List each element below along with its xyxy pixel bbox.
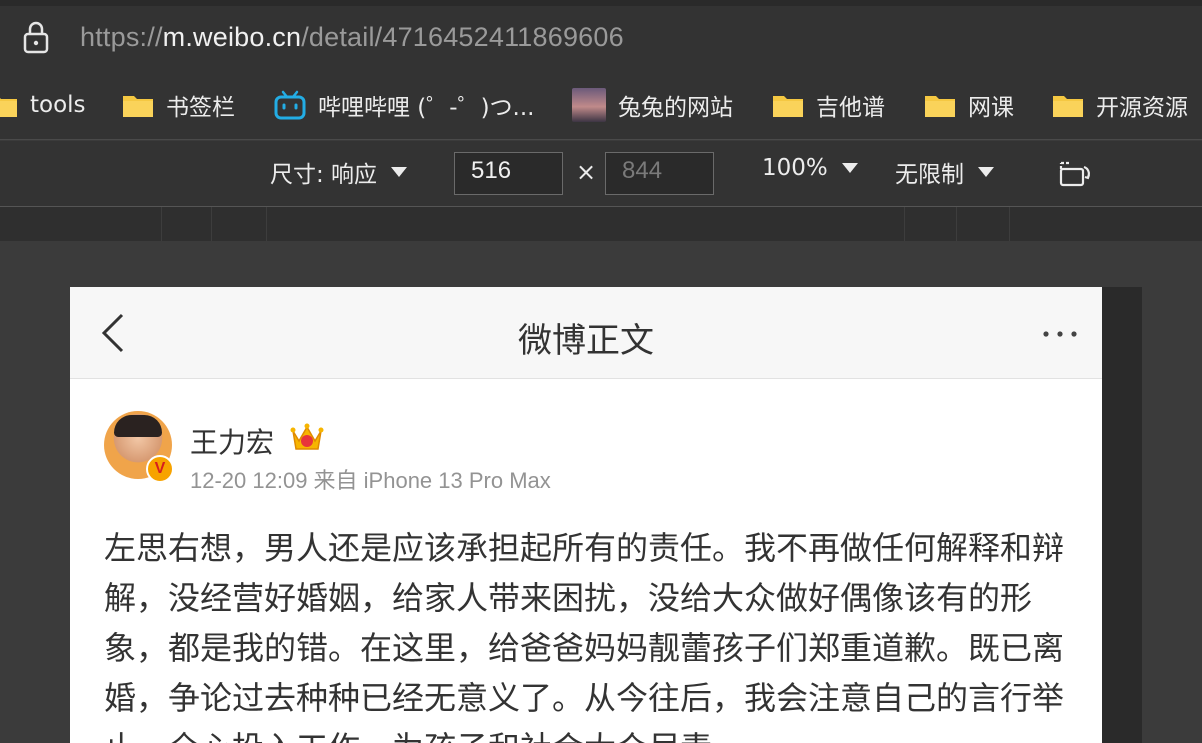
page-title: 微博正文 bbox=[518, 321, 654, 361]
bilibili-icon bbox=[274, 90, 306, 120]
emulated-viewport: 微博正文 V 王力宏 12-20 12:09 来自 iPhone 13 Pro … bbox=[70, 287, 1102, 743]
address-bar[interactable]: https://m.weibo.cn/detail/47164524118696… bbox=[0, 0, 1202, 75]
bookmark-bookmarks-folder[interactable]: 书签栏 bbox=[122, 87, 235, 123]
url-path: /detail/4716452411869606 bbox=[301, 22, 624, 52]
bookmark-label: 开源资源 bbox=[1096, 95, 1188, 121]
bookmark-open-source[interactable]: 开源资源 bbox=[1052, 87, 1188, 123]
bookmark-tutu-site[interactable]: 兔兔的网站 bbox=[572, 87, 733, 123]
folder-icon bbox=[1053, 96, 1083, 117]
zoom-label: 100% bbox=[762, 155, 828, 181]
bookmark-guitar-tabs[interactable]: 吉他谱 bbox=[772, 87, 885, 123]
device-toolbar: 尺寸: 响应 516 844 100% 无限制 bbox=[0, 141, 1202, 207]
chevron-down-icon bbox=[841, 163, 858, 173]
bookmark-label: 吉他谱 bbox=[816, 95, 885, 121]
bookmark-label: tools bbox=[30, 92, 86, 118]
bookmark-tools[interactable]: tools bbox=[0, 87, 86, 123]
bookmark-label: 兔兔的网站 bbox=[618, 95, 733, 121]
height-input[interactable]: 844 bbox=[605, 152, 714, 195]
media-query-ruler[interactable] bbox=[0, 207, 1202, 241]
ruler-segment bbox=[162, 207, 212, 241]
rotate-icon[interactable] bbox=[1058, 159, 1094, 189]
folder-icon bbox=[925, 96, 955, 117]
chevron-down-icon bbox=[391, 167, 408, 177]
ruler-segment bbox=[957, 207, 1010, 241]
ruler-segment bbox=[267, 207, 905, 241]
post-meta: 12-20 12:09 来自 iPhone 13 Pro Max bbox=[190, 468, 551, 493]
url-scheme: https:// bbox=[80, 22, 163, 52]
bookmark-online-courses[interactable]: 网课 bbox=[924, 87, 1014, 123]
user-name[interactable]: 王力宏 bbox=[190, 421, 274, 461]
dimensions-dropdown[interactable]: 尺寸: 响应 bbox=[270, 155, 408, 189]
bookmark-label: 网课 bbox=[968, 95, 1014, 121]
post-text: 左思右想，男人还是应该承担起所有的责任。我不再做任何解释和辩解，没经营好婚姻，给… bbox=[104, 529, 1065, 743]
crown-icon bbox=[290, 423, 324, 450]
zoom-dropdown[interactable]: 100% bbox=[762, 155, 858, 181]
bookmarks-bar: tools 书签栏 哔哩哔哩 (゜-゜)つ... 兔兔的网站 吉他谱 网课 开源… bbox=[0, 75, 1202, 140]
url-text[interactable]: https://m.weibo.cn/detail/47164524118696… bbox=[80, 22, 624, 53]
lock-icon[interactable] bbox=[22, 20, 50, 54]
dimensions-label: 尺寸: 响应 bbox=[270, 162, 378, 188]
throttle-label: 无限制 bbox=[895, 162, 964, 188]
ruler-segment bbox=[212, 207, 267, 241]
folder-icon bbox=[0, 98, 17, 117]
url-host: m.weibo.cn bbox=[162, 22, 302, 52]
folder-icon bbox=[773, 96, 803, 117]
bookmark-bilibili[interactable]: 哔哩哔哩 (゜-゜)つ... bbox=[274, 87, 535, 123]
throttle-dropdown[interactable]: 无限制 bbox=[895, 155, 994, 189]
ruler-segment bbox=[0, 207, 162, 241]
bookmark-label: 书签栏 bbox=[166, 95, 235, 121]
dimension-separator: × bbox=[576, 158, 597, 186]
chevron-down-icon bbox=[978, 167, 994, 177]
bookmark-label: 哔哩哔哩 (゜-゜)つ... bbox=[318, 95, 535, 121]
weibo-nav-bar: 微博正文 bbox=[70, 287, 1102, 379]
width-input[interactable]: 516 bbox=[454, 152, 563, 195]
viewport-resize-handle[interactable] bbox=[1102, 287, 1142, 743]
site-thumbnail bbox=[572, 88, 606, 122]
verified-badge: V bbox=[146, 455, 174, 483]
more-options-icon[interactable] bbox=[1040, 319, 1080, 349]
folder-icon bbox=[123, 96, 153, 117]
ruler-segment bbox=[905, 207, 957, 241]
